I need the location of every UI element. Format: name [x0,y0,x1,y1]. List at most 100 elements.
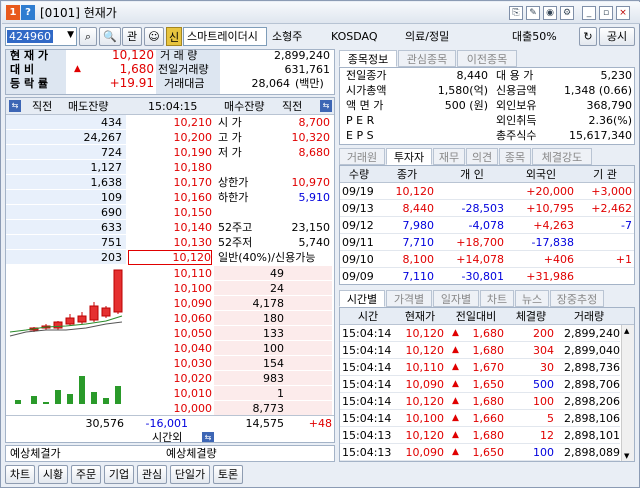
investor-cell: 09/09 [342,270,374,283]
amount-label: 거래대금 [164,77,205,90]
investor-cell: +4,263 [533,219,574,232]
bottom-button[interactable]: 주문 [71,465,101,484]
investor-cell: 09/13 [342,202,374,215]
tab[interactable]: 종목정보 [339,50,397,67]
tab[interactable]: 재무 [433,148,465,165]
swap-right-icon[interactable]: ⇆ [320,100,332,112]
sector-label: 소형주 [272,30,303,43]
ask-price[interactable]: 10,120 [128,250,212,265]
total-sell-qty: 30,576 [85,417,125,430]
investor-cell: +18,700 [456,236,504,249]
trade-cell: 15:04:14 [342,361,392,374]
stock-name-field[interactable]: 스마트레이더시 [183,27,267,46]
trades-header: 체결량 [515,310,547,323]
scroll-down-icon[interactable]: ▼ [624,452,629,460]
title-bar: 1 ? [0101] 현재가 ⎘ ✎ ◉ ⚙ _ ▫ × [2,2,640,24]
investor-header: 외국인 [525,168,557,181]
tab[interactable]: 장중추정 [550,290,604,307]
search-icon[interactable]: ⌕ [79,27,97,46]
bottom-button[interactable]: 토론 [213,465,243,484]
expected-qty-label: 예상체결량 [166,447,217,460]
trade-cell: 2,898,089 [564,446,620,459]
investor-header: 종가 [396,168,418,181]
bottom-button[interactable]: 기업 [104,465,134,484]
investor-cell: +2,462 [591,202,632,215]
investor-cell: +1 [615,253,632,266]
investor-cell: 09/19 [342,185,374,198]
scroll-up-icon[interactable]: ▲ [624,327,629,335]
loan-ratio-label: 대출50% [512,30,557,43]
investor-cell: +14,078 [456,253,504,266]
trade-cell: 2,898,706 [564,378,620,391]
tab[interactable]: 일자별 [433,290,479,307]
trade-cell: 200 [533,327,554,340]
minimize-icon[interactable]: _ [582,6,596,20]
bottom-button[interactable]: 관심 [137,465,167,484]
investor-cell: +3,000 [591,185,632,198]
investor-cell: 8,100 [402,253,435,266]
ask-price[interactable]: 10,130 [128,234,213,251]
stock-code-input[interactable]: 424960 ▼ [5,27,77,46]
trades-scrollbar[interactable]: ▲ ▼ [621,325,634,461]
settings-icon[interactable]: ⚙ [560,6,574,20]
bottom-button[interactable]: 단일가 [170,465,210,484]
candle-body [101,307,111,317]
watch-button[interactable]: 관 [122,27,142,46]
restore-icon[interactable]: ▫ [599,6,613,20]
trades-header: 전일대비 [455,310,497,323]
screen-badge-1[interactable]: 1 [6,5,20,20]
tab[interactable]: 가격별 [386,290,432,307]
notice-button[interactable]: 공시 [599,27,635,46]
amount-unit: (백만) [295,77,324,90]
tab[interactable]: 거래원 [339,148,385,165]
trade-cell: 15:04:14 [342,378,392,391]
investor-cell: 7,980 [402,219,435,232]
total-buy-qty: 14,575 [245,417,285,430]
trade-cell: 15:04:14 [342,395,392,408]
change-rate: +19.91 [109,76,154,90]
search-button[interactable]: 🔍 [99,27,121,46]
investor-cell: -7 [621,219,632,232]
bottom-button[interactable]: 시황 [38,465,68,484]
tab[interactable]: 차트 [480,290,514,307]
candle-body [65,317,75,325]
stock-code-value: 424960 [7,30,53,43]
trade-cell: 2,899,240 [564,327,620,340]
up-arrow-icon: ▲ [452,345,459,355]
tab[interactable]: 뉴스 [515,290,549,307]
screen-badge-2[interactable]: ? [21,5,35,20]
tab[interactable]: 의견 [466,148,498,165]
trade-cell: 15:04:14 [342,412,392,425]
tab[interactable]: 체결강도 [532,148,592,165]
refresh-icon[interactable]: ↻ [579,27,597,46]
tab[interactable]: 이전종목 [457,50,517,67]
camera-icon[interactable]: ◉ [543,6,557,20]
investor-cell: -4,078 [468,219,504,232]
chevron-down-icon[interactable]: ▼ [67,30,74,40]
trade-cell: 10,120 [405,395,445,408]
info-label: 저 가 [218,146,242,159]
tab[interactable]: 시간별 [339,290,385,307]
info-right-label: 총주식수 [496,129,537,142]
person-icon[interactable]: ☺ [144,27,164,46]
trades-panel: 시간 현재가 전일대비 체결량 거래량 15:04:14 10,120 1,680 200 2,8… [339,307,635,462]
book-time: 15:04:15 [148,100,198,113]
memo-icon[interactable]: ✎ [526,6,540,20]
trade-cell: 500 [533,378,554,391]
price-summary: 현 재 가 대 비 등 락 률 10,120 ▲ 1,680 +19.91 거 … [5,48,335,95]
tab[interactable]: 투자자 [386,148,432,165]
volume-bar [55,390,61,404]
window-title: [0101] 현재가 [40,6,117,20]
tab[interactable]: 종목 [499,148,531,165]
close-icon[interactable]: × [616,6,630,20]
after-hours-label: 시간외 [152,431,183,443]
swap-left-icon[interactable]: ⇆ [9,100,21,112]
trade-cell: 12 [540,429,554,442]
bottom-button[interactable]: 차트 [5,465,35,484]
trade-cell: 5 [547,412,554,425]
investor-cell: 09/10 [342,253,374,266]
tab[interactable]: 관심종목 [398,50,456,67]
info-right-value: 15,617,340 [569,129,632,142]
after-hours-toggle-icon[interactable]: ⇆ [202,432,214,442]
link-icon[interactable]: ⎘ [509,6,523,20]
